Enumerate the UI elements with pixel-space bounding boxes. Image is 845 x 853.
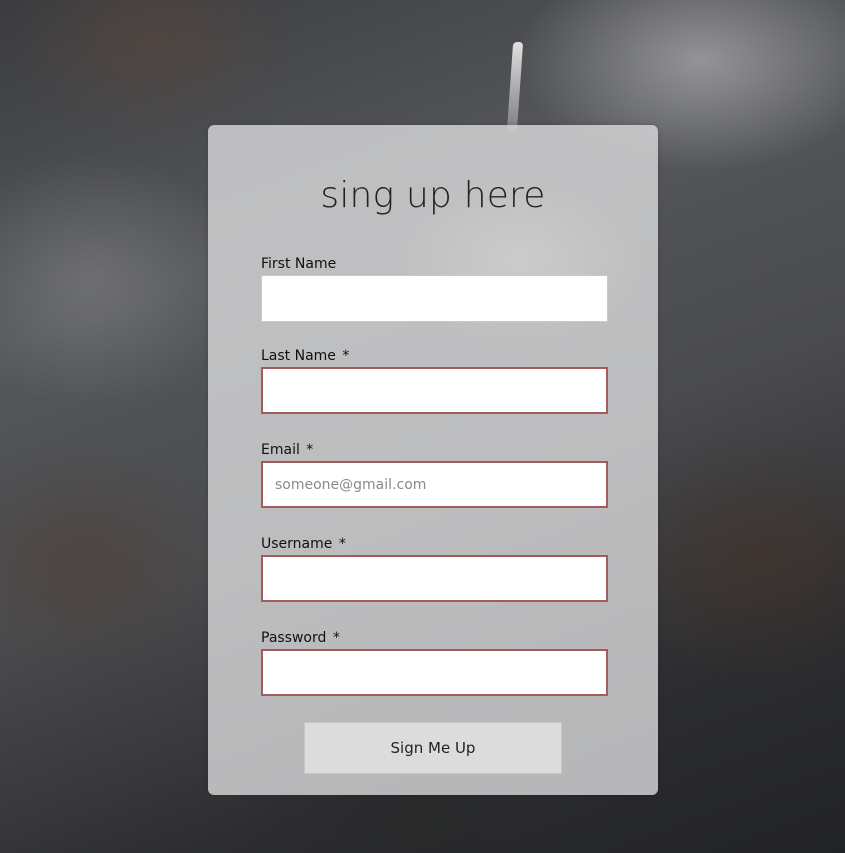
username-required-marker: * bbox=[338, 536, 346, 552]
signup-card: sing up here First Name Last Name * Emai… bbox=[208, 125, 658, 795]
last-name-label: Last Name * bbox=[261, 348, 349, 364]
password-input[interactable] bbox=[261, 649, 608, 696]
password-required-marker: * bbox=[332, 630, 340, 646]
email-input[interactable] bbox=[261, 461, 608, 508]
last-name-label-text: Last Name bbox=[261, 348, 336, 364]
waterfall-highlight bbox=[506, 42, 524, 132]
first-name-input[interactable] bbox=[261, 275, 608, 322]
form-title: sing up here bbox=[320, 175, 546, 216]
password-label: Password * bbox=[261, 630, 340, 646]
username-label: Username * bbox=[261, 536, 346, 552]
username-input[interactable] bbox=[261, 555, 608, 602]
email-required-marker: * bbox=[306, 442, 314, 458]
sign-me-up-button[interactable]: Sign Me Up bbox=[304, 722, 562, 774]
email-label: Email * bbox=[261, 442, 313, 458]
email-label-text: Email bbox=[261, 442, 300, 458]
username-label-text: Username bbox=[261, 536, 333, 552]
first-name-label-text: First Name bbox=[261, 256, 337, 272]
last-name-required-marker: * bbox=[342, 348, 350, 364]
first-name-label: First Name bbox=[261, 256, 338, 272]
password-label-text: Password bbox=[261, 630, 327, 646]
last-name-input[interactable] bbox=[261, 367, 608, 414]
